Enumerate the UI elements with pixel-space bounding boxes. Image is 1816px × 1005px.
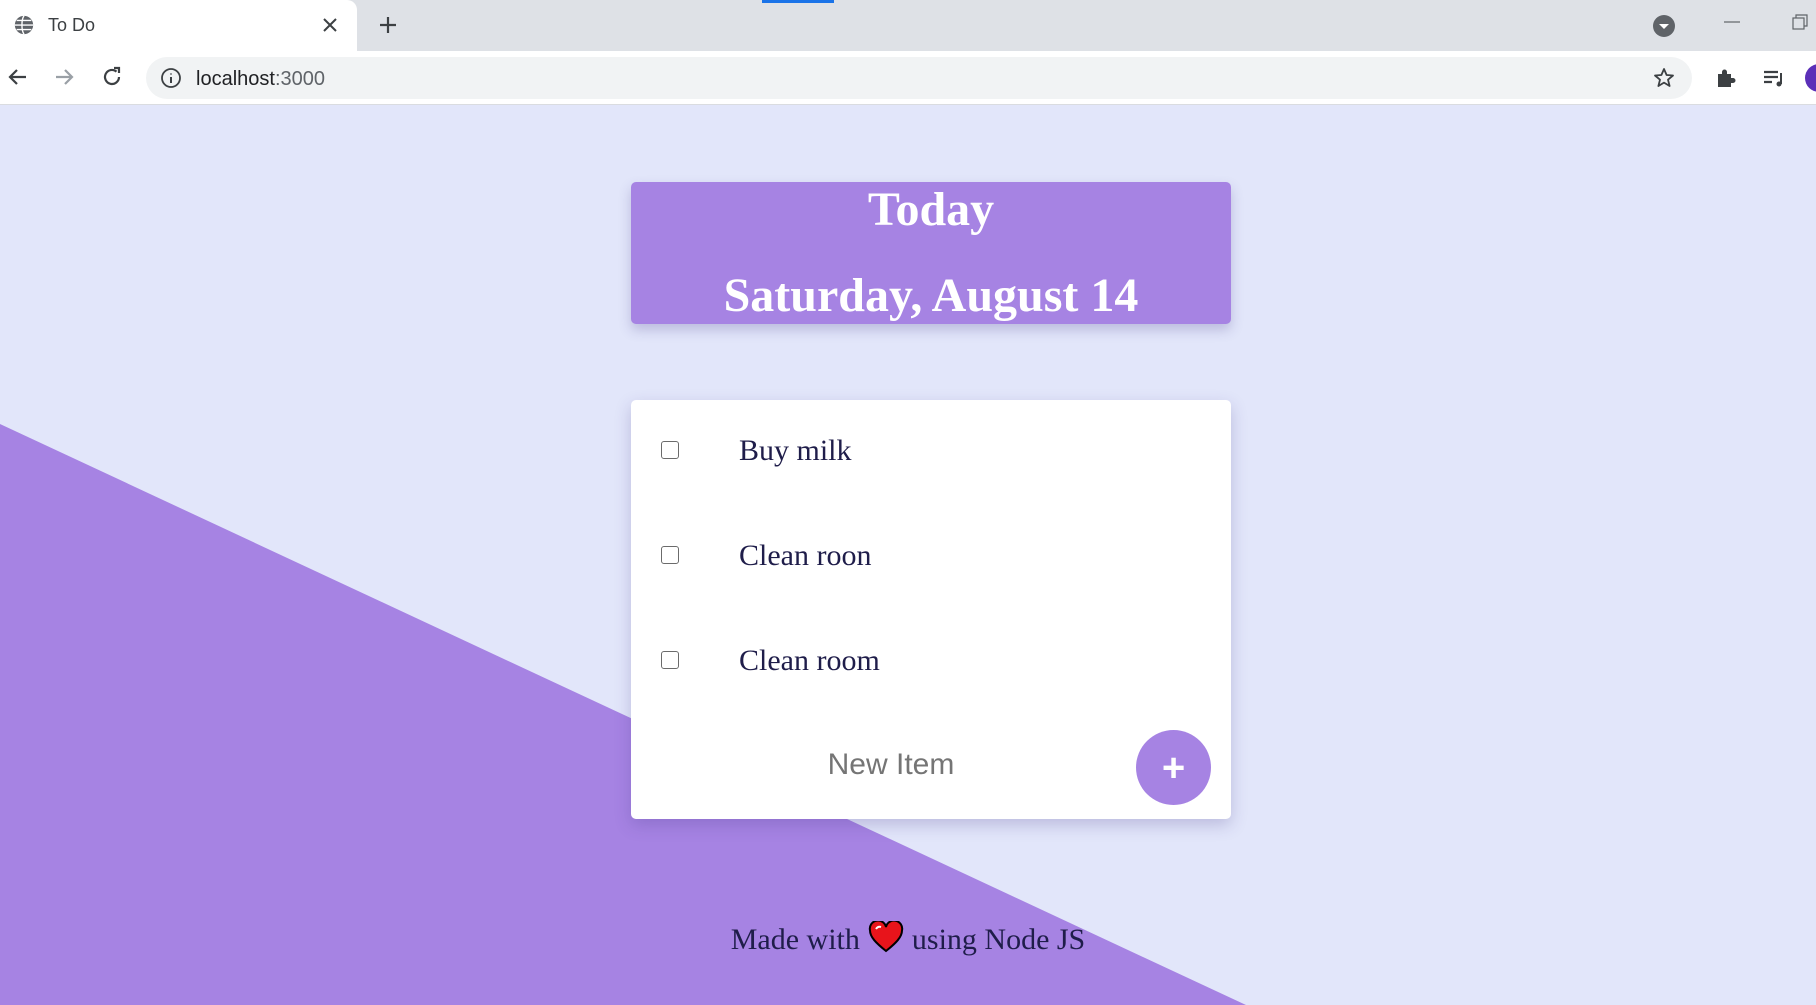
info-icon[interactable] bbox=[160, 67, 182, 89]
tab-title: To Do bbox=[48, 15, 96, 35]
minimize-icon[interactable] bbox=[1720, 14, 1744, 30]
globe-icon bbox=[14, 15, 34, 35]
item-checkbox[interactable] bbox=[661, 546, 679, 564]
footer-text-before: Made with bbox=[730, 923, 860, 956]
heading-box: Today Saturday, August 14 bbox=[631, 182, 1231, 324]
forward-icon[interactable] bbox=[50, 63, 78, 91]
back-icon[interactable] bbox=[4, 63, 32, 91]
page-title: Today bbox=[867, 183, 995, 236]
item-label: Clean room bbox=[739, 644, 880, 677]
loading-indicator bbox=[762, 0, 834, 3]
reload-icon[interactable] bbox=[98, 63, 126, 91]
restore-icon[interactable] bbox=[1790, 12, 1810, 32]
page-content: Today Saturday, August 14 Buy milk Clean… bbox=[0, 106, 1816, 1005]
address-bar[interactable]: localhost:3000 bbox=[146, 57, 1692, 99]
item-label: Buy milk bbox=[739, 434, 852, 467]
footer-text-after: using Node JS bbox=[911, 923, 1086, 956]
footer: Made with using Node JS bbox=[0, 921, 1816, 957]
media-controls-icon[interactable] bbox=[1761, 65, 1787, 91]
url-text: localhost:3000 bbox=[196, 68, 325, 90]
item-checkbox[interactable] bbox=[661, 651, 679, 669]
profile-avatar[interactable] bbox=[1805, 64, 1816, 92]
list-item: Buy milk bbox=[631, 400, 1231, 505]
browser-tabstrip: To Do bbox=[0, 0, 1816, 51]
todo-list-card: Buy milk Clean roon Clean room + bbox=[631, 400, 1231, 819]
browser-toolbar: localhost:3000 bbox=[0, 51, 1816, 105]
tab-search-icon[interactable] bbox=[1651, 13, 1677, 39]
extensions-icon[interactable] bbox=[1713, 65, 1739, 91]
close-icon[interactable] bbox=[318, 13, 342, 37]
bookmark-star-icon[interactable] bbox=[1652, 66, 1676, 90]
item-checkbox[interactable] bbox=[661, 441, 679, 459]
item-label: Clean roon bbox=[739, 539, 872, 572]
heart-icon bbox=[868, 921, 904, 953]
date-heading: Saturday, August 14 bbox=[723, 269, 1139, 322]
new-tab-icon[interactable] bbox=[376, 13, 400, 37]
new-item-input[interactable] bbox=[691, 735, 1091, 795]
add-item-button[interactable]: + bbox=[1136, 730, 1211, 805]
list-item: Clean room bbox=[631, 610, 1231, 715]
browser-tab[interactable]: To Do bbox=[0, 0, 357, 51]
list-item: Clean roon bbox=[631, 505, 1231, 610]
new-item-form: + bbox=[631, 715, 1231, 819]
